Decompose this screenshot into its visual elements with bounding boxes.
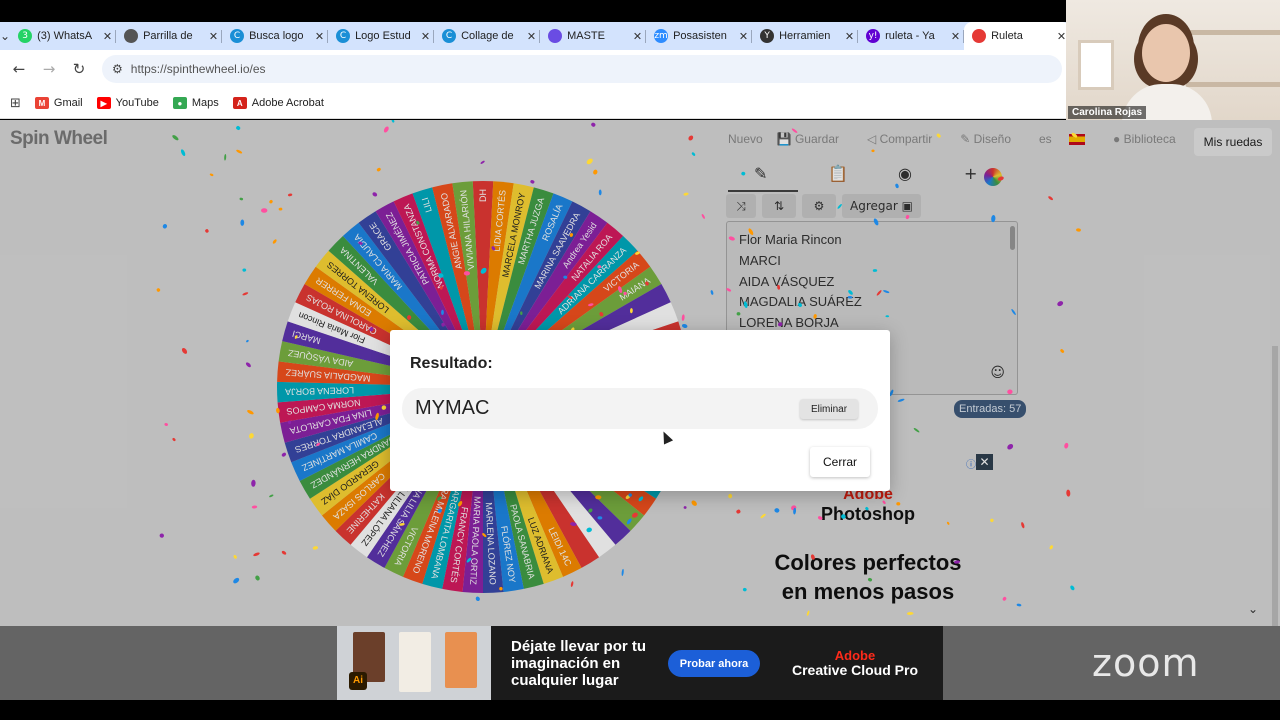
wall-frame: [1078, 40, 1114, 90]
tab-label: Parrilla de: [143, 30, 193, 42]
acrobat-icon: A: [232, 97, 247, 109]
reload-icon[interactable]: ↻: [64, 60, 94, 78]
zoom-icon: zm: [654, 29, 669, 43]
bookmark-label: Adobe Acrobat: [251, 97, 324, 109]
bookmark-item[interactable]: ▶ YouTube: [96, 97, 159, 109]
browser-toolbar: ← → ↻ ⚙ https://spinthewheel.io/es: [0, 50, 1066, 88]
gmail-icon: M: [34, 97, 49, 109]
bookmark-item[interactable]: ● Maps: [172, 97, 219, 109]
tab-label: Collage de: [461, 30, 514, 42]
chocolate-bar: [445, 632, 477, 688]
bottom-strip: [0, 700, 1280, 720]
browser-tab[interactable]: Y Herramien ✕: [752, 22, 859, 50]
tab-label: MASTE: [567, 30, 605, 42]
chocolate-bar: [399, 632, 431, 692]
illustrator-icon: Ai: [349, 672, 367, 690]
tab-label: Logo Estud: [355, 30, 411, 42]
youtube-icon: ▶: [96, 97, 111, 109]
close-tab-icon[interactable]: ✕: [103, 30, 112, 43]
dialog-title: Resultado:: [410, 355, 493, 372]
tab-strip: ⌄ 3 (3) WhatsA ✕ Parrilla de ✕ C Busca logo ✕ C L…: [0, 22, 1066, 50]
apps-grid-icon[interactable]: ⊞: [10, 96, 21, 111]
result-text: MYMAC: [415, 397, 490, 419]
screen: ⌄ 3 (3) WhatsA ✕ Parrilla de ✕ C Busca logo ✕ C L…: [0, 0, 1280, 720]
browser-tab[interactable]: 3 (3) WhatsA ✕: [10, 22, 117, 50]
creative-cloud-ad[interactable]: Ai Déjate llevar por tu imaginación en c…: [337, 626, 943, 700]
browser-tab[interactable]: MASTE ✕: [540, 22, 647, 50]
whatsapp-icon: 3: [18, 29, 33, 43]
close-tab-icon[interactable]: ✕: [633, 30, 642, 43]
tab-search-chevron-icon[interactable]: ⌄: [0, 22, 10, 50]
y-icon: Y: [760, 29, 775, 43]
chrome-icon: [972, 29, 987, 43]
canva-icon: C: [336, 29, 351, 43]
zoom-logo: zoom: [1092, 641, 1200, 685]
browser-tab[interactable]: zm Posasisten ✕: [646, 22, 753, 50]
address-bar[interactable]: ⚙ https://spinthewheel.io/es: [102, 55, 1062, 83]
ad-product: Creative Cloud Pro: [791, 662, 919, 678]
tab-label: ruleta - Ya: [885, 30, 935, 42]
close-tab-icon[interactable]: ✕: [845, 30, 854, 43]
tab-label: (3) WhatsA: [37, 30, 93, 42]
browser-tab[interactable]: C Logo Estud ✕: [328, 22, 435, 50]
app-icon: [548, 29, 563, 43]
shelf: [1186, 82, 1280, 87]
url-text: https://spinthewheel.io/es: [130, 62, 266, 76]
webcam-video: Carolina Rojas: [1066, 0, 1280, 120]
ad-image: Ai: [337, 626, 491, 700]
browser-tab[interactable]: C Busca logo ✕: [222, 22, 329, 50]
tab-label: Herramien: [779, 30, 831, 42]
browser-tab[interactable]: Parrilla de ✕: [116, 22, 223, 50]
result-box: MYMAC Eliminar: [402, 388, 878, 429]
close-tab-icon[interactable]: ✕: [209, 30, 218, 43]
globe-icon: [124, 29, 139, 43]
bookmark-list: M Gmail ▶ YouTube ● Maps A Adobe Acrobat: [34, 97, 338, 109]
close-tab-icon[interactable]: ✕: [739, 30, 748, 43]
ad-brand: Adobe: [834, 648, 876, 663]
tab-label: Ruleta: [991, 30, 1023, 42]
tab-list: 3 (3) WhatsA ✕ Parrilla de ✕ C Busca logo ✕ C Log…: [10, 22, 1066, 50]
browser-tab[interactable]: C Collage de ✕: [434, 22, 541, 50]
close-tab-icon[interactable]: ✕: [1057, 30, 1066, 43]
browser-tab[interactable]: Ruleta ✕: [964, 22, 1066, 50]
site-info-icon[interactable]: ⚙: [112, 62, 123, 76]
bookmark-label: YouTube: [115, 97, 159, 109]
bookmark-item[interactable]: A Adobe Acrobat: [232, 97, 324, 109]
canva-icon: C: [230, 29, 245, 43]
yahoo-icon: y!: [866, 29, 881, 43]
participant-head: [1142, 24, 1190, 82]
close-tab-icon[interactable]: ✕: [527, 30, 536, 43]
bookmarks-bar: ⊞ M Gmail ▶ YouTube ● Maps A Adobe Acrobat: [0, 88, 1066, 119]
close-button[interactable]: Cerrar: [810, 447, 870, 477]
bookmark-label: Gmail: [53, 97, 83, 109]
bookmark-label: Maps: [191, 97, 219, 109]
remove-button[interactable]: Eliminar: [800, 399, 858, 419]
forward-arrow-icon[interactable]: →: [34, 60, 64, 78]
tab-label: Posasisten: [673, 30, 727, 42]
browser-tab[interactable]: y! ruleta - Ya ✕: [858, 22, 965, 50]
try-now-button[interactable]: Probar ahora: [668, 650, 760, 677]
close-tab-icon[interactable]: ✕: [951, 30, 960, 43]
canva-icon: C: [442, 29, 457, 43]
result-dialog: Resultado: MYMAC Eliminar Cerrar: [390, 330, 890, 491]
bookmark-item[interactable]: M Gmail: [34, 97, 83, 109]
tab-label: Busca logo: [249, 30, 304, 42]
ad-text: Déjate llevar por tu imaginación en cual…: [511, 638, 647, 689]
participant-name: Carolina Rojas: [1068, 106, 1147, 119]
close-tab-icon[interactable]: ✕: [315, 30, 324, 43]
back-arrow-icon[interactable]: ←: [4, 60, 34, 78]
maps-icon: ●: [172, 97, 187, 109]
close-tab-icon[interactable]: ✕: [421, 30, 430, 43]
